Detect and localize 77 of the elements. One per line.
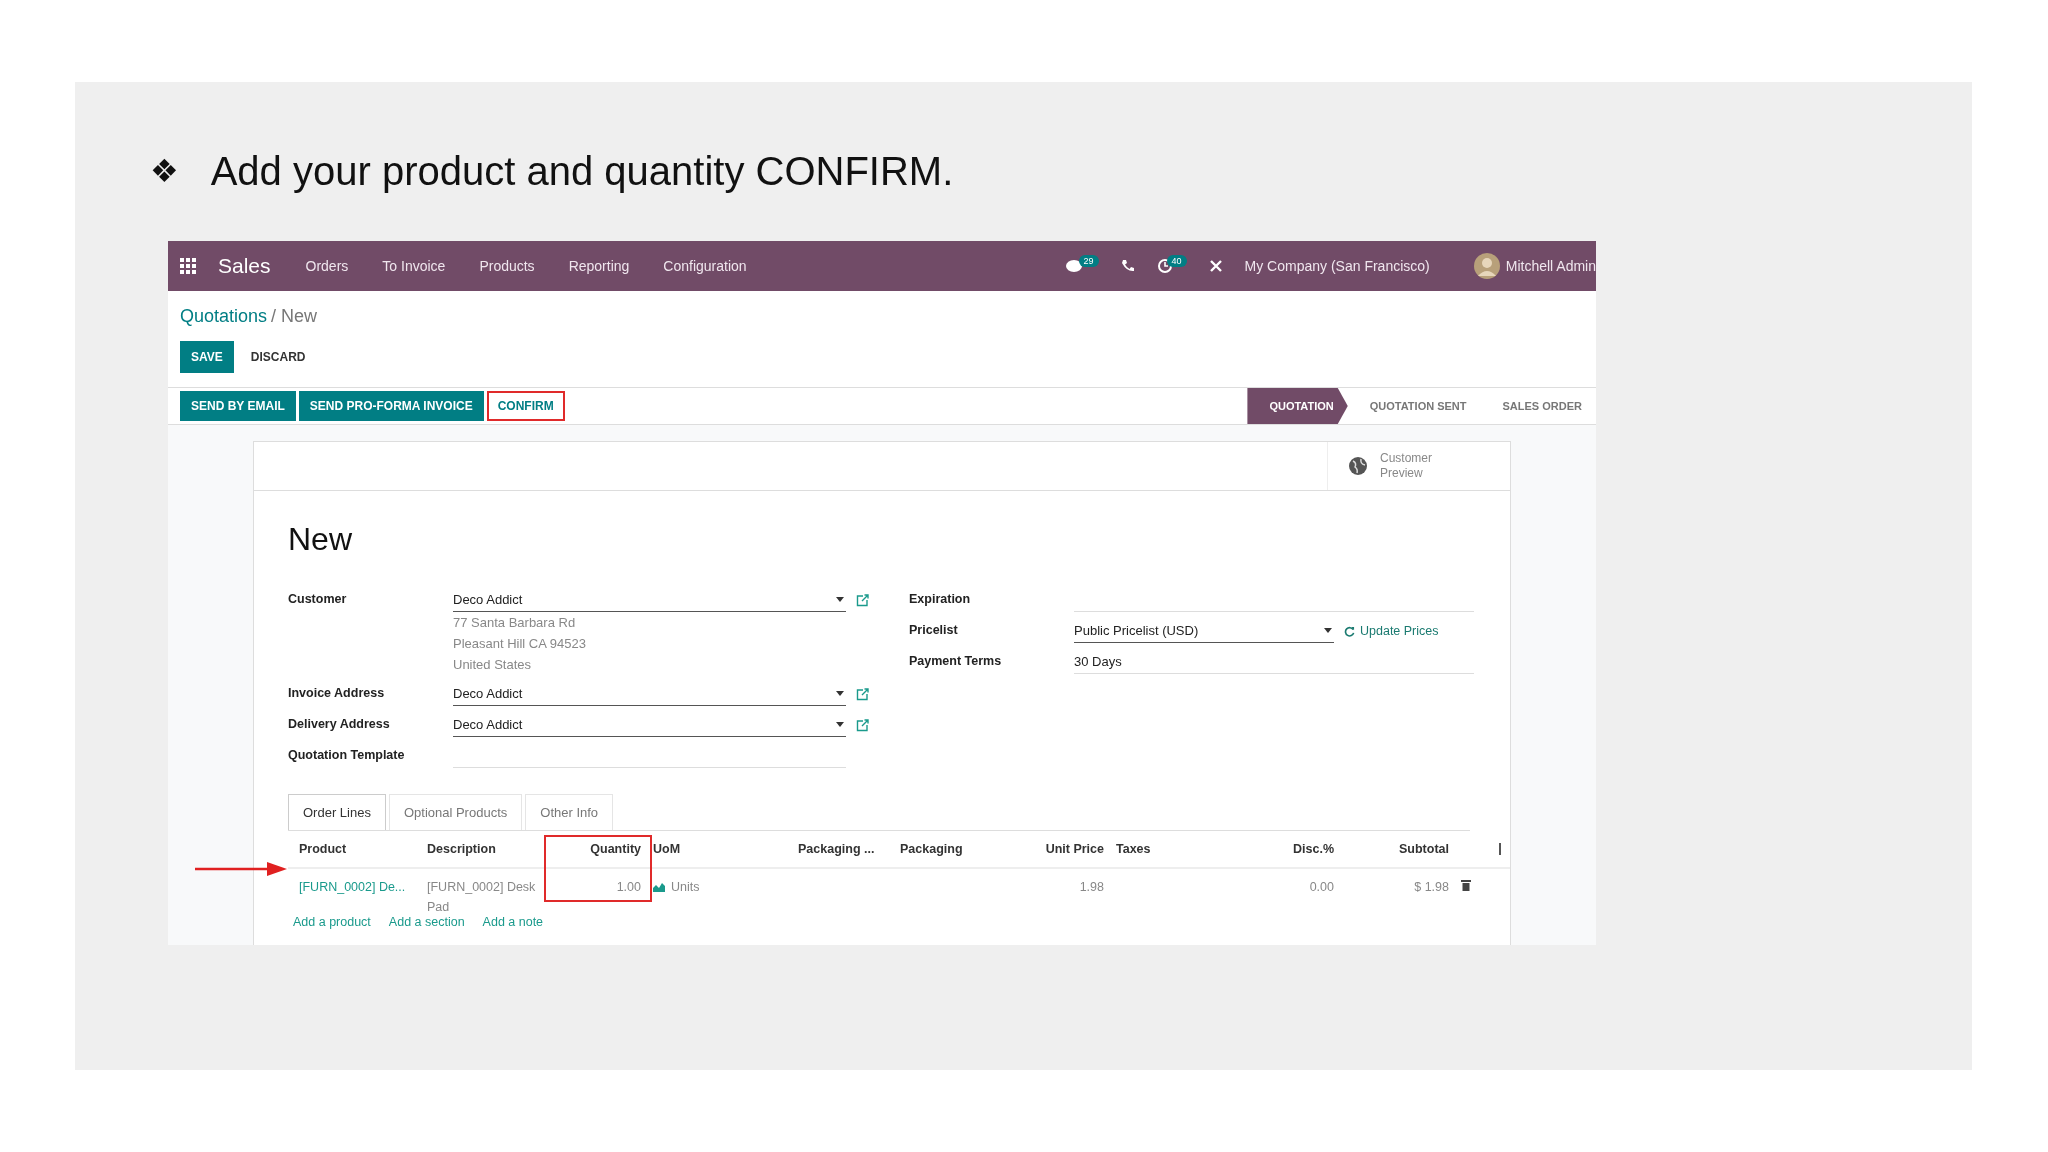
address-line: Pleasant Hill CA 94523	[453, 635, 587, 653]
column-header[interactable]: Packaging ...	[792, 842, 894, 856]
column-header[interactable]: Product	[293, 842, 421, 856]
menu-item[interactable]: Configuration	[663, 258, 747, 274]
notebook-tab[interactable]: Other Info	[525, 794, 614, 830]
phone-icon[interactable]	[1120, 259, 1135, 273]
quantity-cell[interactable]: 1.00	[557, 877, 647, 897]
save-button[interactable]: SAVE	[180, 341, 234, 373]
action-button[interactable]: SEND BY EMAIL	[180, 391, 296, 421]
select-field[interactable]: Public Pricelist (USD)	[1074, 619, 1334, 643]
column-header[interactable]: Subtotal	[1340, 842, 1455, 856]
select-field[interactable]: Deco Addict	[453, 682, 846, 706]
column-header[interactable]: Disc.%	[1280, 842, 1340, 856]
add-line-link[interactable]: Add a note	[482, 915, 544, 929]
uom-cell-text: Units	[671, 879, 700, 896]
field-label: Quotation Template	[288, 747, 406, 764]
field-label: Invoice Address	[288, 685, 386, 702]
external-link-icon[interactable]	[856, 687, 869, 701]
menu-item[interactable]: Products	[479, 258, 535, 274]
notebook-tab[interactable]: Optional Products	[388, 794, 523, 830]
user-avatar-icon[interactable]	[1473, 253, 1500, 279]
chat-icon[interactable]	[1064, 258, 1085, 274]
notebook-tab[interactable]: Order Lines	[288, 794, 386, 830]
unit-price-cell-text: 1.98	[1078, 879, 1105, 896]
column-options-icon[interactable]	[1498, 843, 1502, 855]
caret-icon	[836, 691, 844, 696]
column-header[interactable]: Taxes	[1110, 842, 1280, 856]
description-cell-text: [FURN_0002] Desk Pad	[426, 879, 537, 916]
breadcrumb-current: / New	[271, 305, 318, 327]
menu-item[interactable]: Orders	[305, 258, 349, 274]
caret-icon	[836, 722, 844, 727]
external-link-icon[interactable]	[856, 718, 869, 732]
caret-icon	[1324, 628, 1332, 633]
notification-badge: 40	[1166, 255, 1187, 267]
field-label: Customer	[288, 591, 348, 608]
notification-badge: 29	[1078, 255, 1099, 267]
chart-icon[interactable]	[653, 882, 665, 892]
address-line: United States	[453, 656, 533, 674]
column-header[interactable]: Unit Price	[1030, 842, 1110, 856]
status-stage[interactable]: QUOTATION	[1247, 388, 1348, 424]
menu-item[interactable]: To Invoice	[382, 258, 446, 274]
field-label: Pricelist	[909, 622, 959, 639]
slide-title: Add your product and quantity CONFIRM.	[210, 148, 954, 194]
discard-button[interactable]: DISCARD	[239, 341, 317, 373]
column-header[interactable]: Packaging	[894, 842, 1030, 856]
column-header[interactable]: Quantity	[557, 842, 647, 856]
app-name[interactable]: Sales	[218, 254, 271, 278]
select-field[interactable]: Deco Addict	[453, 588, 846, 612]
field-label: Payment Terms	[909, 653, 1003, 670]
breadcrumb-link[interactable]: Quotations	[180, 305, 268, 327]
update-prices-link[interactable]: Update Prices	[1344, 624, 1439, 638]
external-link-icon[interactable]	[856, 593, 869, 607]
discount-cell-text: 0.00	[1308, 879, 1335, 896]
field-label: Delivery Address	[288, 716, 391, 733]
column-header[interactable]: Description	[421, 842, 557, 856]
product-cell[interactable]: [FURN_0002] De...	[293, 877, 421, 897]
bullet-icon: ❖	[150, 152, 179, 190]
user-menu[interactable]: Mitchell Admin	[1505, 258, 1596, 274]
clock-icon[interactable]	[1156, 258, 1173, 274]
refresh-icon	[1344, 625, 1355, 637]
record-title: New	[288, 521, 353, 558]
globe-icon	[1348, 456, 1368, 476]
select-field[interactable]: 30 Days	[1074, 650, 1474, 674]
column-header[interactable]: UoM	[647, 842, 792, 856]
trash-icon[interactable]	[1461, 879, 1471, 891]
action-button[interactable]: CONFIRM	[486, 391, 565, 421]
field-label: Expiration	[909, 591, 972, 608]
apps-menu-icon[interactable]	[180, 258, 196, 274]
subtotal-cell-text: $ 1.98	[1413, 879, 1450, 896]
action-button[interactable]: SEND PRO-FORMA INVOICE	[298, 391, 484, 421]
add-line-link[interactable]: Add a section	[388, 915, 465, 929]
caret-icon	[836, 597, 844, 602]
select-field[interactable]: Deco Addict	[453, 713, 846, 737]
add-line-link[interactable]: Add a product	[293, 915, 371, 929]
address-line: 77 Santa Barbara Rd	[453, 614, 577, 632]
menu-item[interactable]: Reporting	[568, 258, 630, 274]
company-switcher[interactable]: My Company (San Francisco)	[1244, 258, 1430, 274]
